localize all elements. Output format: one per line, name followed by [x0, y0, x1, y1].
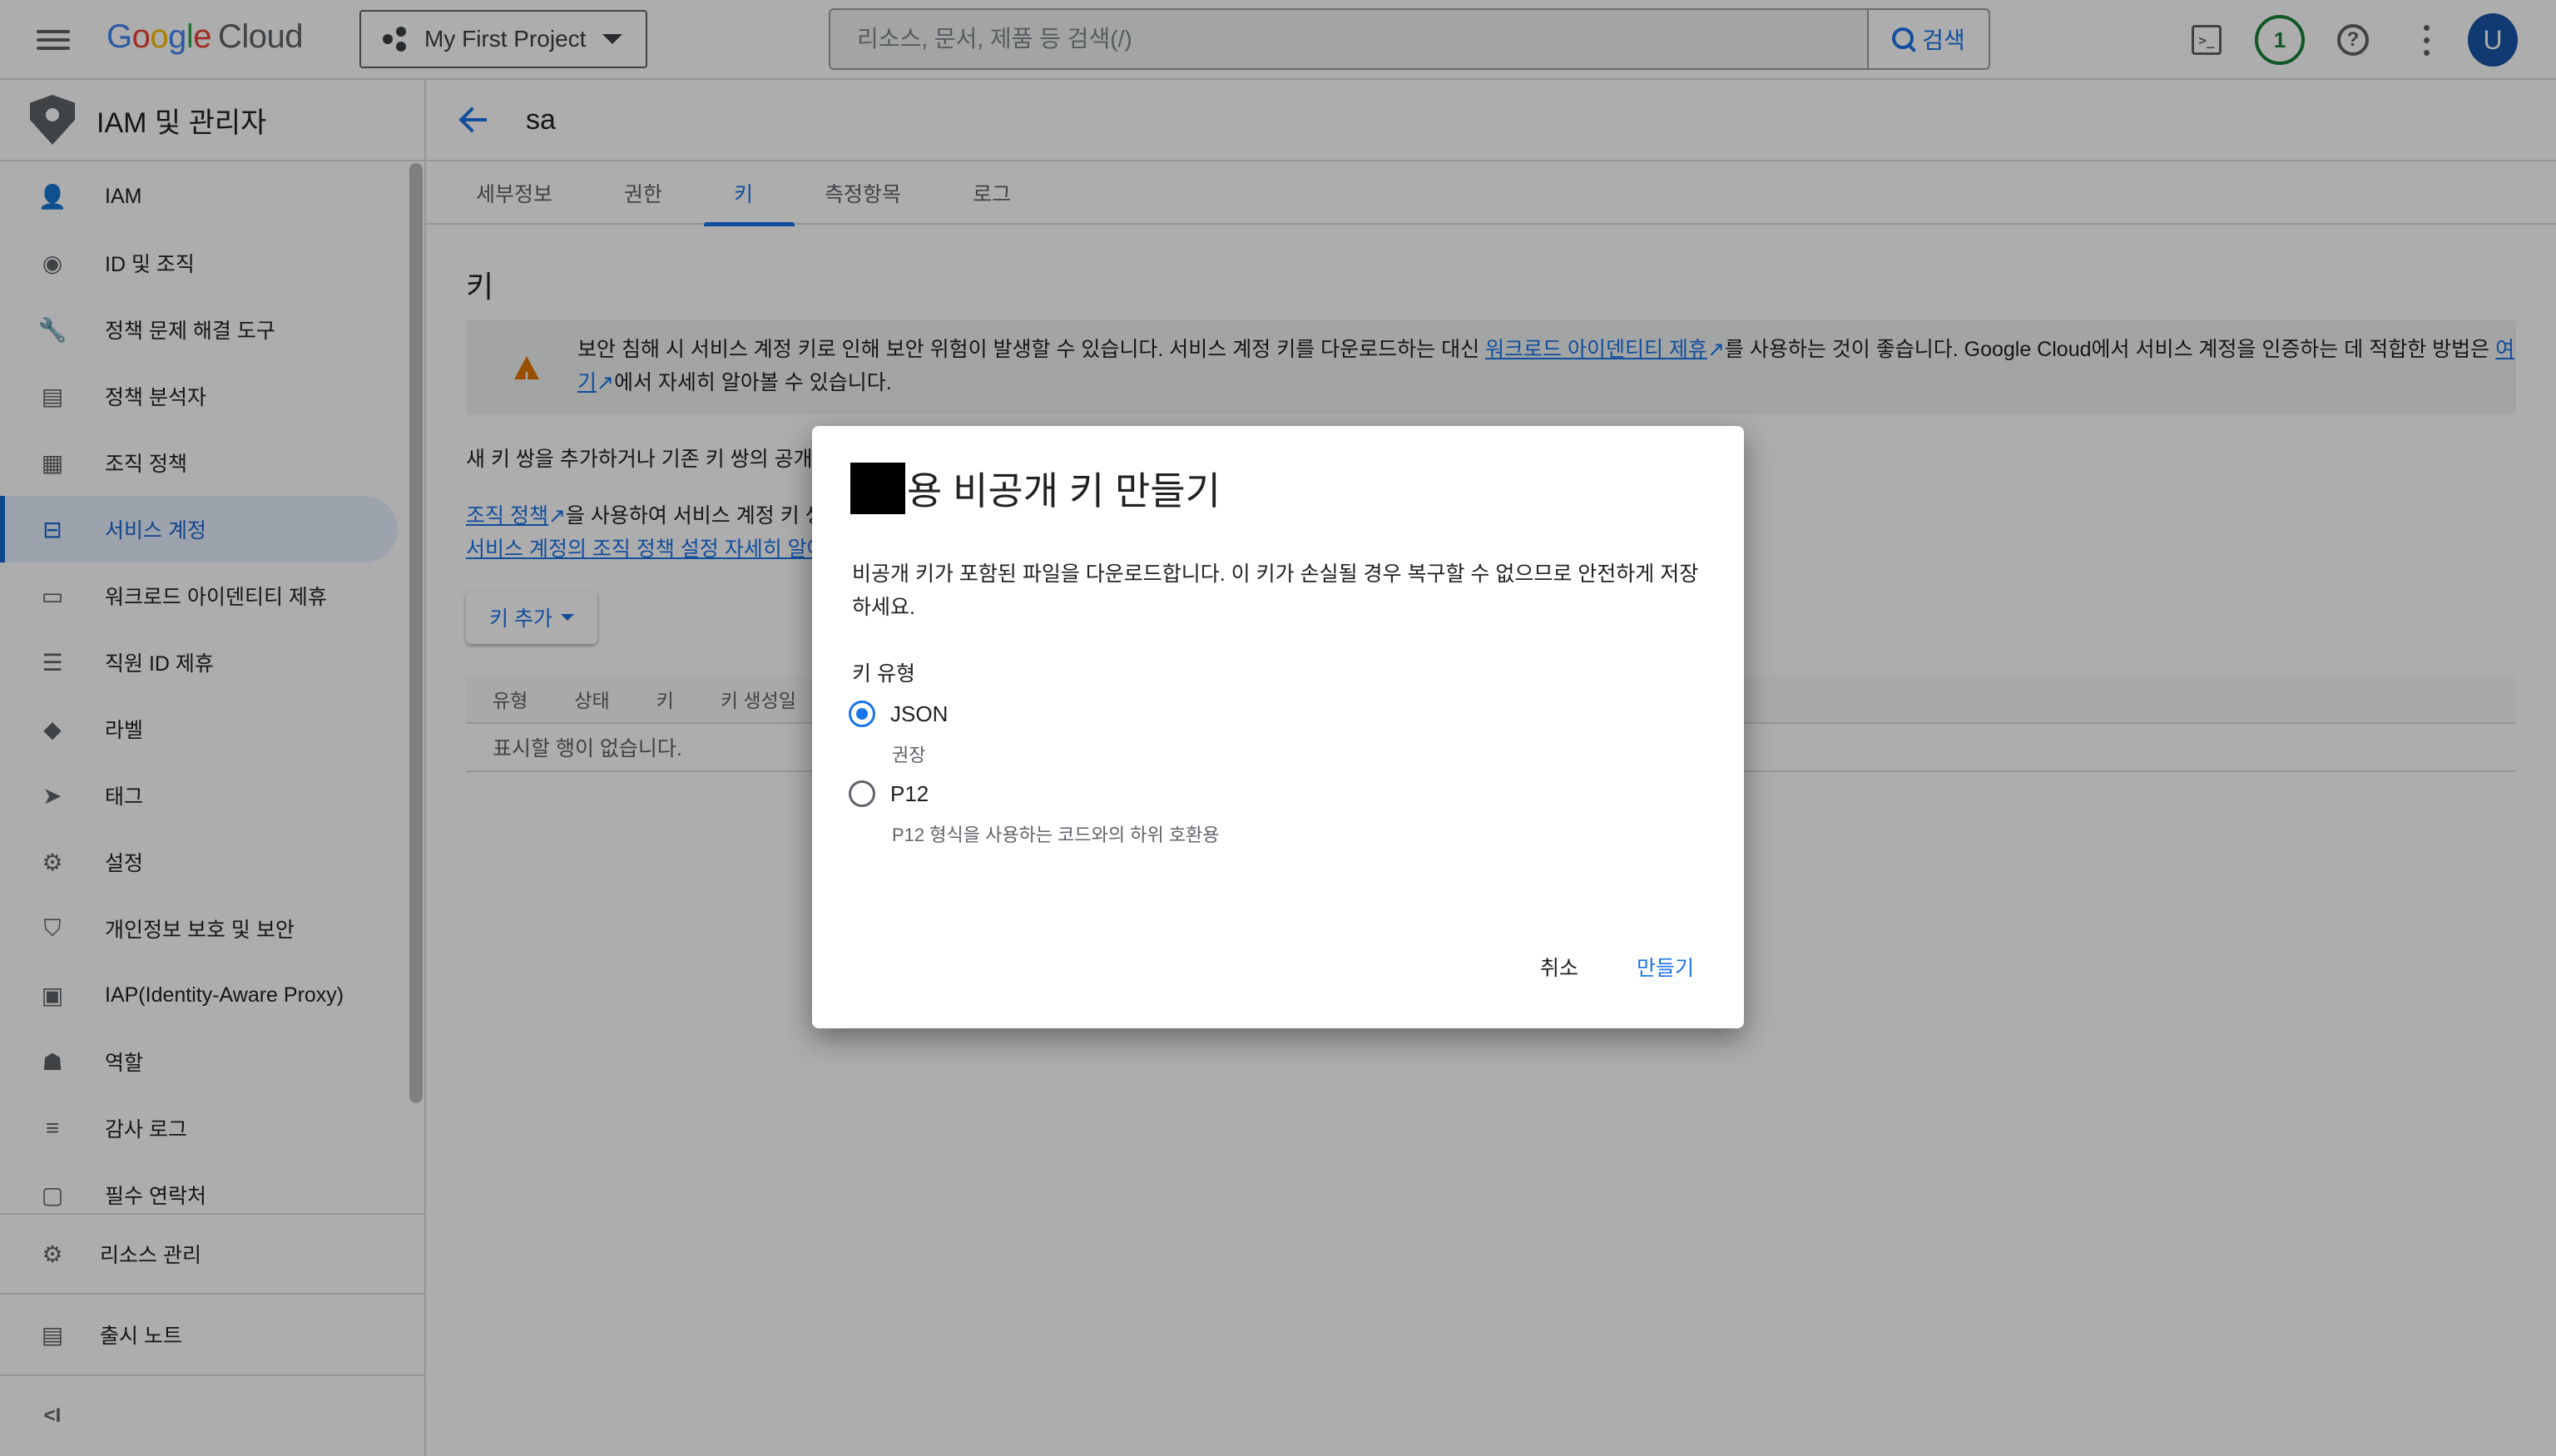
radio-json[interactable]: JSON	[849, 701, 948, 727]
dialog-description: 비공개 키가 포함된 파일을 다운로드합니다. 이 키가 손실될 경우 복구할 …	[852, 562, 1699, 619]
radio-label: P12	[890, 780, 929, 806]
redacted-block	[850, 463, 905, 514]
radio-hint: 권장	[892, 745, 926, 765]
dialog-actions: 취소 만들기	[1485, 945, 1697, 988]
radio-label: JSON	[890, 701, 949, 726]
cancel-button[interactable]: 취소	[1537, 945, 1582, 988]
create-button[interactable]: 만들기	[1633, 945, 1697, 988]
radio-button-checked[interactable]	[849, 701, 875, 727]
create-private-key-dialog: 용 비공개 키 만들기 비공개 키가 포함된 파일을 다운로드합니다. 이 키가…	[812, 426, 1744, 1028]
key-type-label: 키 유형	[852, 662, 915, 686]
dialog-title: 용 비공개 키 만들기	[850, 461, 1221, 516]
radio-button[interactable]	[849, 780, 875, 807]
dialog-title-text: 용 비공개 키 만들기	[907, 469, 1221, 513]
radio-hint: P12 형식을 사용하는 코드와의 하위 호환용	[892, 825, 1220, 845]
radio-p12[interactable]: P12	[849, 780, 929, 807]
